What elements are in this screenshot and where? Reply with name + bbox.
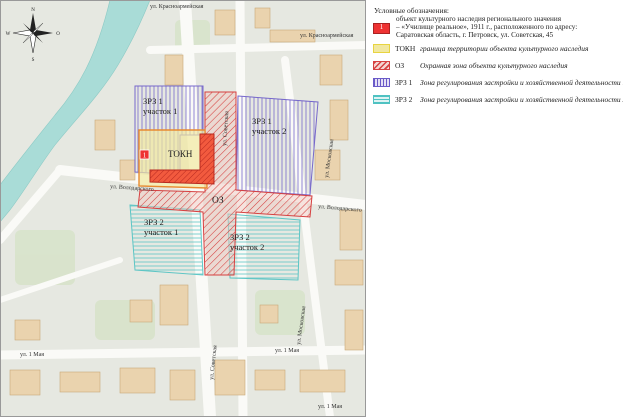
legend-code-zrz2: ЗРЗ 2 bbox=[395, 95, 413, 104]
legend-code-oz: ОЗ bbox=[395, 61, 405, 70]
svg-text:W: W bbox=[6, 32, 11, 37]
legend-item-oz: ОЗ Охранная зона объекта культурного нас… bbox=[368, 61, 623, 73]
zone-zrz2-plot1[interactable] bbox=[129, 204, 204, 276]
heritage-object-marker[interactable]: 1 bbox=[139, 149, 150, 160]
legend-item-zrz2: ЗРЗ 2 Зона регулирования застройки и хоз… bbox=[368, 95, 623, 107]
label-toki: ТОКН bbox=[168, 149, 193, 159]
svg-text:N: N bbox=[31, 8, 35, 13]
legend-swatch-oz bbox=[373, 61, 390, 70]
legend-item-zrz1: ЗРЗ 1 Зона регулирования застройки и хоз… bbox=[368, 78, 623, 90]
legend-desc-zrz2: Зона регулирования застройки и хозяйстве… bbox=[420, 95, 623, 104]
legend-panel: Условные обозначения: 1 объект культурно… bbox=[368, 0, 623, 417]
legend-desc-toki: граница территории объекта культурного н… bbox=[420, 44, 589, 53]
legend-desc-oz: Охранная зона объекта культурного наслед… bbox=[420, 61, 568, 70]
legend-swatch-zrz1 bbox=[373, 78, 390, 87]
street-krasnoarmeyskaya-east: ул. Красноармейская bbox=[300, 32, 354, 39]
zone-zrz1-plot2[interactable] bbox=[235, 95, 319, 196]
street-pervogo-maya-west: ул. 1 Мая bbox=[20, 352, 44, 358]
map-area[interactable]: 1 ТОКН ОЗ ЗРЗ 1 участок 1 ЗРЗ 1 участок 2 … bbox=[0, 0, 366, 417]
street-pervogo-maya-bottom: ул. 1 Мая bbox=[318, 404, 342, 410]
legend-code-zrz1: ЗРЗ 1 bbox=[395, 78, 413, 87]
legend-object-swatch: 1 bbox=[373, 23, 390, 34]
legend-object-row: 1 объект культурного наследия региональн… bbox=[368, 15, 623, 45]
legend-swatch-zrz2 bbox=[373, 95, 390, 104]
street-krasnoarmeyskaya-west: ул. Красноармейская bbox=[150, 3, 204, 10]
svg-text:O: O bbox=[56, 32, 60, 37]
svg-text:S: S bbox=[32, 58, 35, 63]
legend-title: Условные обозначения: bbox=[374, 6, 450, 15]
street-pervogo-maya-east: ул. 1 Мая bbox=[275, 348, 299, 354]
legend-swatch-toki bbox=[373, 44, 390, 53]
legend-code-toki: ТОКН bbox=[395, 44, 416, 53]
legend-desc-zrz1: Зона регулирования застройки и хозяйстве… bbox=[420, 78, 623, 87]
label-oz: ОЗ bbox=[212, 196, 224, 206]
legend-item-toki: ТОКН граница территории объекта культурн… bbox=[368, 44, 623, 56]
svg-text:1: 1 bbox=[143, 152, 147, 160]
legend-object-text: объект культурного наследия региональног… bbox=[396, 15, 578, 39]
